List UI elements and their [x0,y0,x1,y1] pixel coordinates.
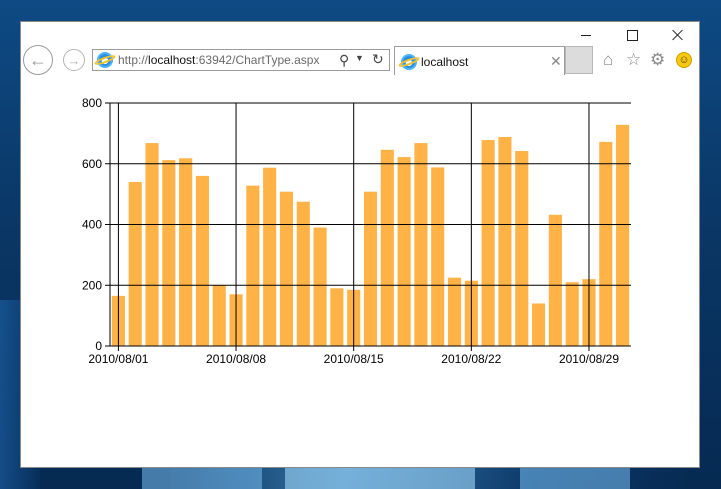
wallpaper-pane [285,468,475,489]
y-tick-label: 0 [95,339,102,353]
url-scheme: http:// [118,53,149,67]
back-button[interactable]: ← [23,45,53,75]
home-icon[interactable]: ⌂ [603,50,613,70]
chart-bar [380,149,394,346]
chart-bar [179,158,193,346]
chart-bar [616,124,630,347]
chart-bar [145,143,159,346]
url-path: :63942/ChartType.aspx [195,53,320,67]
url-text[interactable]: http://localhost:63942/ChartType.aspx [118,53,319,67]
smiley-icon[interactable]: ☺ [676,52,692,68]
chart-bar [279,191,294,346]
chart-bar [296,201,310,346]
chart-bar [330,288,344,346]
new-tab-button[interactable] [565,46,593,74]
back-arrow-icon: ← [29,49,47,70]
x-tick-label: 2010/08/15 [324,352,384,366]
maximize-icon [626,29,638,41]
chart-bar [128,181,142,346]
close-icon [672,29,684,41]
chart-bar [246,185,260,346]
chart-bar [447,277,462,346]
chart-bar [195,175,209,346]
wallpaper-pane [520,468,630,489]
y-tick-label: 800 [82,96,102,110]
x-tick-label: 2010/08/22 [441,352,501,366]
chart-bar [397,157,411,346]
chart-bar [414,143,428,346]
minimize-icon [581,34,591,36]
wallpaper-pane [142,468,262,489]
chart-bar [532,303,546,346]
chart-area: 0 200 400 600 800 2010/08/01 2010/08/08 2010/08… [71,96,631,390]
browser-window: ← → http://localhost:63942/ChartType.asp… [20,21,700,468]
chart-bar [498,137,512,346]
chart-bar [431,167,445,346]
chart-bar [548,214,562,346]
bar-chart: 0 200 400 600 800 2010/08/01 2010/08/08 2010/08… [82,96,631,366]
gear-icon[interactable]: ⚙ [650,50,665,70]
x-tick-label: 2010/08/01 [88,352,148,366]
tab-title: localhost [421,55,469,69]
forward-button[interactable]: → [63,49,85,71]
dropdown-caret-icon[interactable]: ▼ [355,53,364,63]
search-icon[interactable]: ⚲ [339,52,349,69]
chart-bar [363,191,378,346]
chart-bar [599,141,613,346]
star-icon[interactable]: ☆ [626,50,641,70]
chart-bar [212,285,226,346]
browser-tab[interactable]: localhost ✕ [394,46,565,75]
chart-bar [313,227,327,346]
close-icon[interactable]: ✕ [550,53,562,70]
navigation-bar: ← → http://localhost:63942/ChartType.asp… [21,44,699,76]
chart-bar [565,282,579,346]
y-tick-label: 600 [82,157,102,171]
chart-bar [263,167,277,346]
chart-bar [481,140,495,346]
y-tick-label: 400 [82,218,102,232]
ie-logo-icon [93,52,117,68]
refresh-icon[interactable]: ↻ [372,51,384,68]
ie-logo-icon [397,54,421,70]
address-bar[interactable]: http://localhost:63942/ChartType.aspx ⚲ … [92,49,390,71]
x-tick-label: 2010/08/29 [559,352,619,366]
chart-bar [515,150,529,346]
chart-bar [162,160,176,346]
url-host: localhost [148,53,196,67]
x-tick-label: 2010/08/08 [206,352,266,366]
y-tick-label: 200 [82,278,102,292]
forward-arrow-icon: → [67,52,81,68]
